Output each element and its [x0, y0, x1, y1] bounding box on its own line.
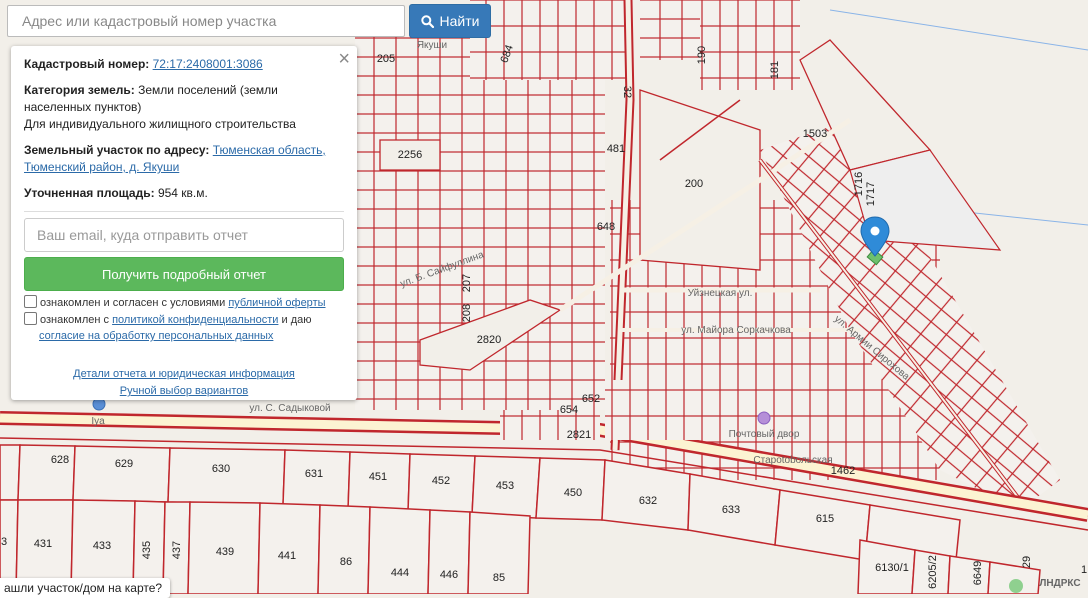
panel-links: Детали отчета и юридическая информация Р…: [24, 366, 344, 400]
divider: [24, 211, 344, 212]
parcel-number-label: 2821: [567, 429, 591, 441]
parcel-number-label: 451: [369, 471, 387, 483]
place-label: Уйзнецкая ул.: [688, 288, 753, 299]
close-icon[interactable]: ×: [338, 49, 350, 69]
search-input[interactable]: [7, 5, 405, 37]
place-label: Якуши: [417, 40, 447, 51]
address-label: Земельный участок по адресу:: [24, 143, 210, 157]
parcel-number-label: 86: [340, 556, 352, 568]
parcel-number-label: 633: [722, 504, 740, 516]
parcel-number-label: 431: [34, 538, 52, 550]
parcel-number-label: 2820: [477, 334, 501, 346]
parcel-number-label: 1: [1081, 564, 1087, 576]
parcel-number-label: 200: [685, 178, 703, 190]
cadastral-label: Кадастровый номер:: [24, 57, 150, 71]
search-icon: [420, 14, 434, 28]
search-button-label: Найти: [439, 13, 480, 29]
get-report-button[interactable]: Получить подробный отчет: [24, 257, 344, 291]
parcel-number-label: 439: [216, 546, 234, 558]
parcel-number-label: 3: [1, 536, 7, 548]
parcel-number-label: 207: [461, 274, 473, 292]
offer-checkbox[interactable]: [24, 295, 37, 308]
place-label: ул. Майора Соркачкова: [681, 325, 791, 336]
place-label: ЛНДРКС: [1039, 578, 1080, 589]
parcel-number-label: 450: [564, 487, 582, 499]
place-label: Староtobольская: [753, 455, 832, 466]
consent-offer: ознакомлен и согласен с условиями публич…: [24, 295, 344, 311]
parcel-block: [470, 0, 630, 80]
parcel-number-label: 446: [440, 569, 458, 581]
parcel-number-label: 481: [607, 143, 625, 155]
parcel-number-label: 444: [391, 567, 409, 579]
personal-data-consent-link[interactable]: согласие на обработку персональных данны…: [39, 330, 273, 342]
parcel-number-label: 85: [493, 572, 505, 584]
parcel-number-label: 631: [305, 468, 323, 480]
parcel-number-label: 6130/1: [875, 562, 909, 574]
parcel-number-label: 2256: [398, 149, 422, 161]
parcel-number-label: 433: [93, 540, 111, 552]
post-office-icon[interactable]: [757, 411, 771, 425]
cadastral-row: Кадастровый номер: 72:17:2408001:3086: [24, 56, 344, 73]
cadastral-number-link[interactable]: 72:17:2408001:3086: [153, 57, 263, 71]
parcel-number-label: 1462: [831, 465, 855, 477]
parcel-number-label: 615: [816, 513, 834, 525]
place-label: Iya: [91, 416, 105, 427]
report-details-link[interactable]: Детали отчета и юридическая информация: [73, 368, 295, 380]
place-label: Почтовый двор: [729, 429, 800, 440]
manual-selection-link[interactable]: Ручной выбор вариантов: [120, 385, 248, 397]
search-button[interactable]: Найти: [409, 4, 491, 38]
parcel-info-panel: × Кадастровый номер: 72:17:2408001:3086 …: [11, 46, 357, 400]
usage-value: Для индивидуального жилищного строительс…: [24, 117, 296, 131]
public-offer-link[interactable]: публичной оферты: [228, 297, 325, 309]
parcel-number-label: 441: [278, 550, 296, 562]
place-label: ул. С. Садыковой: [249, 403, 330, 414]
parcel-number-label: 632: [639, 495, 657, 507]
parcel-number-label: 32: [621, 86, 633, 98]
consent-privacy-mid: и даю: [281, 314, 312, 326]
privacy-policy-link[interactable]: политикой конфиденциальности: [112, 314, 278, 326]
parcel-number-label: 435: [141, 541, 153, 559]
privacy-checkbox[interactable]: [24, 312, 37, 325]
parcel-number-label: 1717: [865, 182, 877, 206]
parcel-number-label: 6649: [972, 561, 984, 585]
parcel-number-label: 29: [1021, 556, 1033, 568]
parcel-number-label: 6205/2: [927, 555, 939, 589]
parcel-number-label: 208: [461, 304, 473, 322]
area-label: Уточненная площадь:: [24, 186, 155, 200]
area-value: 954 кв.м.: [157, 186, 208, 200]
parcel-number-label: 190: [696, 46, 708, 64]
category-label: Категория земель:: [24, 83, 135, 97]
parcel-number-label: 629: [115, 458, 133, 470]
consent-privacy: ознакомлен с политикой конфиденциальност…: [24, 312, 344, 344]
parcel-number-label: 630: [212, 463, 230, 475]
parcel-number-label: 628: [51, 454, 69, 466]
category-row: Категория земель: Земли поселений (земли…: [24, 82, 344, 133]
parcel-number-label: 437: [171, 541, 183, 559]
parcel-number-label: 181: [769, 61, 781, 79]
parcel-number-label: 1503: [803, 128, 827, 140]
parcel-number-label: 654: [560, 404, 578, 416]
email-field[interactable]: [24, 218, 344, 252]
area-row: Уточненная площадь: 954 кв.м.: [24, 185, 344, 202]
address-row: Земельный участок по адресу: Тюменская о…: [24, 142, 344, 176]
consent-privacy-text: ознакомлен с: [40, 314, 110, 326]
parcel-block: [700, 0, 800, 90]
poi-icon: [1009, 579, 1023, 593]
parcel-number-label: 648: [597, 221, 615, 233]
found-parcel-prompt[interactable]: ашли участок/дом на карте?: [0, 578, 171, 598]
parcel-number-label: 652: [582, 393, 600, 405]
parcel-number-label: 1716: [853, 172, 865, 196]
parcel-number-label: 452: [432, 475, 450, 487]
consent-offer-text: ознакомлен и согласен с условиями: [40, 297, 226, 309]
parcel-number-label: 205: [377, 53, 395, 65]
parcel-number-label: 453: [496, 480, 514, 492]
